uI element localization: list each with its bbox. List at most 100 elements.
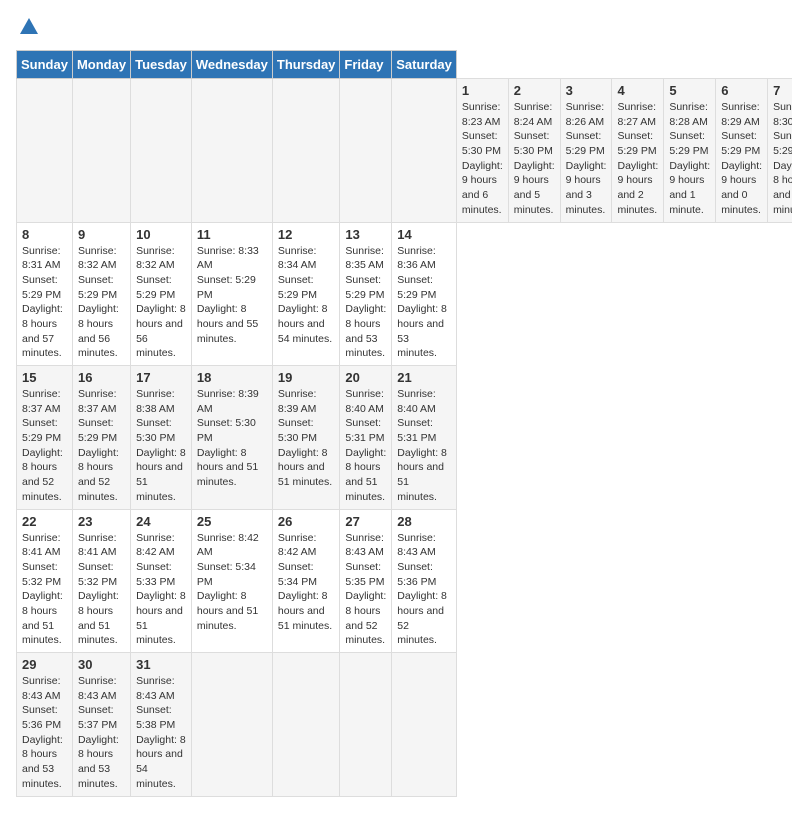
calendar-cell: 3 Sunrise: 8:26 AM Sunset: 5:29 PM Dayli… bbox=[560, 79, 612, 223]
day-number: 4 bbox=[617, 83, 658, 98]
calendar-cell: 15 Sunrise: 8:37 AM Sunset: 5:29 PM Dayl… bbox=[17, 366, 73, 510]
day-number: 3 bbox=[566, 83, 607, 98]
day-detail: Sunrise: 8:43 AM Sunset: 5:36 PM Dayligh… bbox=[22, 674, 67, 792]
calendar-cell: 5 Sunrise: 8:28 AM Sunset: 5:29 PM Dayli… bbox=[664, 79, 716, 223]
calendar-cell: 29 Sunrise: 8:43 AM Sunset: 5:36 PM Dayl… bbox=[17, 653, 73, 797]
calendar-cell bbox=[131, 79, 192, 223]
day-detail: Sunrise: 8:23 AM Sunset: 5:30 PM Dayligh… bbox=[462, 100, 503, 218]
day-number: 23 bbox=[78, 514, 125, 529]
calendar-cell: 10 Sunrise: 8:32 AM Sunset: 5:29 PM Dayl… bbox=[131, 222, 192, 366]
day-number: 14 bbox=[397, 227, 451, 242]
day-number: 21 bbox=[397, 370, 451, 385]
logo-text bbox=[16, 16, 42, 38]
day-detail: Sunrise: 8:41 AM Sunset: 5:32 PM Dayligh… bbox=[78, 531, 125, 649]
calendar-cell: 12 Sunrise: 8:34 AM Sunset: 5:29 PM Dayl… bbox=[272, 222, 340, 366]
day-detail: Sunrise: 8:36 AM Sunset: 5:29 PM Dayligh… bbox=[397, 244, 451, 362]
day-detail: Sunrise: 8:33 AM Sunset: 5:29 PM Dayligh… bbox=[197, 244, 267, 347]
day-detail: Sunrise: 8:37 AM Sunset: 5:29 PM Dayligh… bbox=[22, 387, 67, 505]
calendar-week-1: 1 Sunrise: 8:23 AM Sunset: 5:30 PM Dayli… bbox=[17, 79, 792, 223]
day-header-wednesday: Wednesday bbox=[191, 51, 272, 79]
day-number: 31 bbox=[136, 657, 186, 672]
day-number: 29 bbox=[22, 657, 67, 672]
calendar-cell: 27 Sunrise: 8:43 AM Sunset: 5:35 PM Dayl… bbox=[340, 509, 392, 653]
calendar-cell: 26 Sunrise: 8:42 AM Sunset: 5:34 PM Dayl… bbox=[272, 509, 340, 653]
calendar-week-2: 8 Sunrise: 8:31 AM Sunset: 5:29 PM Dayli… bbox=[17, 222, 792, 366]
day-number: 26 bbox=[278, 514, 335, 529]
calendar-table: SundayMondayTuesdayWednesdayThursdayFrid… bbox=[16, 50, 792, 797]
calendar-cell: 28 Sunrise: 8:43 AM Sunset: 5:36 PM Dayl… bbox=[392, 509, 457, 653]
day-detail: Sunrise: 8:40 AM Sunset: 5:31 PM Dayligh… bbox=[345, 387, 386, 505]
calendar-cell bbox=[392, 79, 457, 223]
calendar-cell: 23 Sunrise: 8:41 AM Sunset: 5:32 PM Dayl… bbox=[72, 509, 130, 653]
calendar-cell: 19 Sunrise: 8:39 AM Sunset: 5:30 PM Dayl… bbox=[272, 366, 340, 510]
day-number: 2 bbox=[514, 83, 555, 98]
calendar-cell bbox=[340, 79, 392, 223]
day-number: 16 bbox=[78, 370, 125, 385]
day-number: 13 bbox=[345, 227, 386, 242]
day-detail: Sunrise: 8:38 AM Sunset: 5:30 PM Dayligh… bbox=[136, 387, 186, 505]
day-detail: Sunrise: 8:42 AM Sunset: 5:34 PM Dayligh… bbox=[278, 531, 335, 634]
day-number: 18 bbox=[197, 370, 267, 385]
day-number: 24 bbox=[136, 514, 186, 529]
calendar-cell: 4 Sunrise: 8:27 AM Sunset: 5:29 PM Dayli… bbox=[612, 79, 664, 223]
calendar-cell bbox=[340, 653, 392, 797]
calendar-cell: 22 Sunrise: 8:41 AM Sunset: 5:32 PM Dayl… bbox=[17, 509, 73, 653]
day-number: 20 bbox=[345, 370, 386, 385]
day-number: 22 bbox=[22, 514, 67, 529]
calendar-cell bbox=[72, 79, 130, 223]
calendar-cell bbox=[17, 79, 73, 223]
day-detail: Sunrise: 8:40 AM Sunset: 5:31 PM Dayligh… bbox=[397, 387, 451, 505]
day-number: 9 bbox=[78, 227, 125, 242]
day-number: 12 bbox=[278, 227, 335, 242]
calendar-cell bbox=[191, 79, 272, 223]
calendar-cell: 30 Sunrise: 8:43 AM Sunset: 5:37 PM Dayl… bbox=[72, 653, 130, 797]
calendar-cell: 1 Sunrise: 8:23 AM Sunset: 5:30 PM Dayli… bbox=[456, 79, 508, 223]
day-number: 30 bbox=[78, 657, 125, 672]
day-header-monday: Monday bbox=[72, 51, 130, 79]
logo-icon bbox=[18, 16, 40, 38]
calendar-cell: 7 Sunrise: 8:30 AM Sunset: 5:29 PM Dayli… bbox=[768, 79, 792, 223]
calendar-cell bbox=[191, 653, 272, 797]
calendar-cell: 11 Sunrise: 8:33 AM Sunset: 5:29 PM Dayl… bbox=[191, 222, 272, 366]
calendar-cell bbox=[272, 653, 340, 797]
day-detail: Sunrise: 8:32 AM Sunset: 5:29 PM Dayligh… bbox=[78, 244, 125, 362]
day-header-friday: Friday bbox=[340, 51, 392, 79]
calendar-cell: 31 Sunrise: 8:43 AM Sunset: 5:38 PM Dayl… bbox=[131, 653, 192, 797]
day-detail: Sunrise: 8:35 AM Sunset: 5:29 PM Dayligh… bbox=[345, 244, 386, 362]
day-number: 11 bbox=[197, 227, 267, 242]
day-number: 10 bbox=[136, 227, 186, 242]
calendar-cell: 18 Sunrise: 8:39 AM Sunset: 5:30 PM Dayl… bbox=[191, 366, 272, 510]
calendar-cell: 9 Sunrise: 8:32 AM Sunset: 5:29 PM Dayli… bbox=[72, 222, 130, 366]
day-detail: Sunrise: 8:42 AM Sunset: 5:33 PM Dayligh… bbox=[136, 531, 186, 649]
day-number: 5 bbox=[669, 83, 710, 98]
calendar-cell bbox=[392, 653, 457, 797]
day-detail: Sunrise: 8:31 AM Sunset: 5:29 PM Dayligh… bbox=[22, 244, 67, 362]
day-number: 25 bbox=[197, 514, 267, 529]
day-detail: Sunrise: 8:43 AM Sunset: 5:35 PM Dayligh… bbox=[345, 531, 386, 649]
day-detail: Sunrise: 8:37 AM Sunset: 5:29 PM Dayligh… bbox=[78, 387, 125, 505]
calendar-week-5: 29 Sunrise: 8:43 AM Sunset: 5:36 PM Dayl… bbox=[17, 653, 792, 797]
calendar-week-3: 15 Sunrise: 8:37 AM Sunset: 5:29 PM Dayl… bbox=[17, 366, 792, 510]
day-detail: Sunrise: 8:26 AM Sunset: 5:29 PM Dayligh… bbox=[566, 100, 607, 218]
calendar-cell: 16 Sunrise: 8:37 AM Sunset: 5:29 PM Dayl… bbox=[72, 366, 130, 510]
day-number: 19 bbox=[278, 370, 335, 385]
calendar-cell bbox=[272, 79, 340, 223]
day-detail: Sunrise: 8:29 AM Sunset: 5:29 PM Dayligh… bbox=[721, 100, 762, 218]
day-detail: Sunrise: 8:34 AM Sunset: 5:29 PM Dayligh… bbox=[278, 244, 335, 347]
day-detail: Sunrise: 8:32 AM Sunset: 5:29 PM Dayligh… bbox=[136, 244, 186, 362]
calendar-cell: 13 Sunrise: 8:35 AM Sunset: 5:29 PM Dayl… bbox=[340, 222, 392, 366]
calendar-cell: 25 Sunrise: 8:42 AM Sunset: 5:34 PM Dayl… bbox=[191, 509, 272, 653]
day-detail: Sunrise: 8:43 AM Sunset: 5:38 PM Dayligh… bbox=[136, 674, 186, 792]
day-detail: Sunrise: 8:43 AM Sunset: 5:36 PM Dayligh… bbox=[397, 531, 451, 649]
calendar-header-row: SundayMondayTuesdayWednesdayThursdayFrid… bbox=[17, 51, 792, 79]
calendar-cell: 8 Sunrise: 8:31 AM Sunset: 5:29 PM Dayli… bbox=[17, 222, 73, 366]
day-detail: Sunrise: 8:41 AM Sunset: 5:32 PM Dayligh… bbox=[22, 531, 67, 649]
day-number: 28 bbox=[397, 514, 451, 529]
calendar-cell: 24 Sunrise: 8:42 AM Sunset: 5:33 PM Dayl… bbox=[131, 509, 192, 653]
day-header-sunday: Sunday bbox=[17, 51, 73, 79]
day-header-saturday: Saturday bbox=[392, 51, 457, 79]
calendar-cell: 2 Sunrise: 8:24 AM Sunset: 5:30 PM Dayli… bbox=[508, 79, 560, 223]
day-detail: Sunrise: 8:27 AM Sunset: 5:29 PM Dayligh… bbox=[617, 100, 658, 218]
day-detail: Sunrise: 8:43 AM Sunset: 5:37 PM Dayligh… bbox=[78, 674, 125, 792]
calendar-cell: 17 Sunrise: 8:38 AM Sunset: 5:30 PM Dayl… bbox=[131, 366, 192, 510]
